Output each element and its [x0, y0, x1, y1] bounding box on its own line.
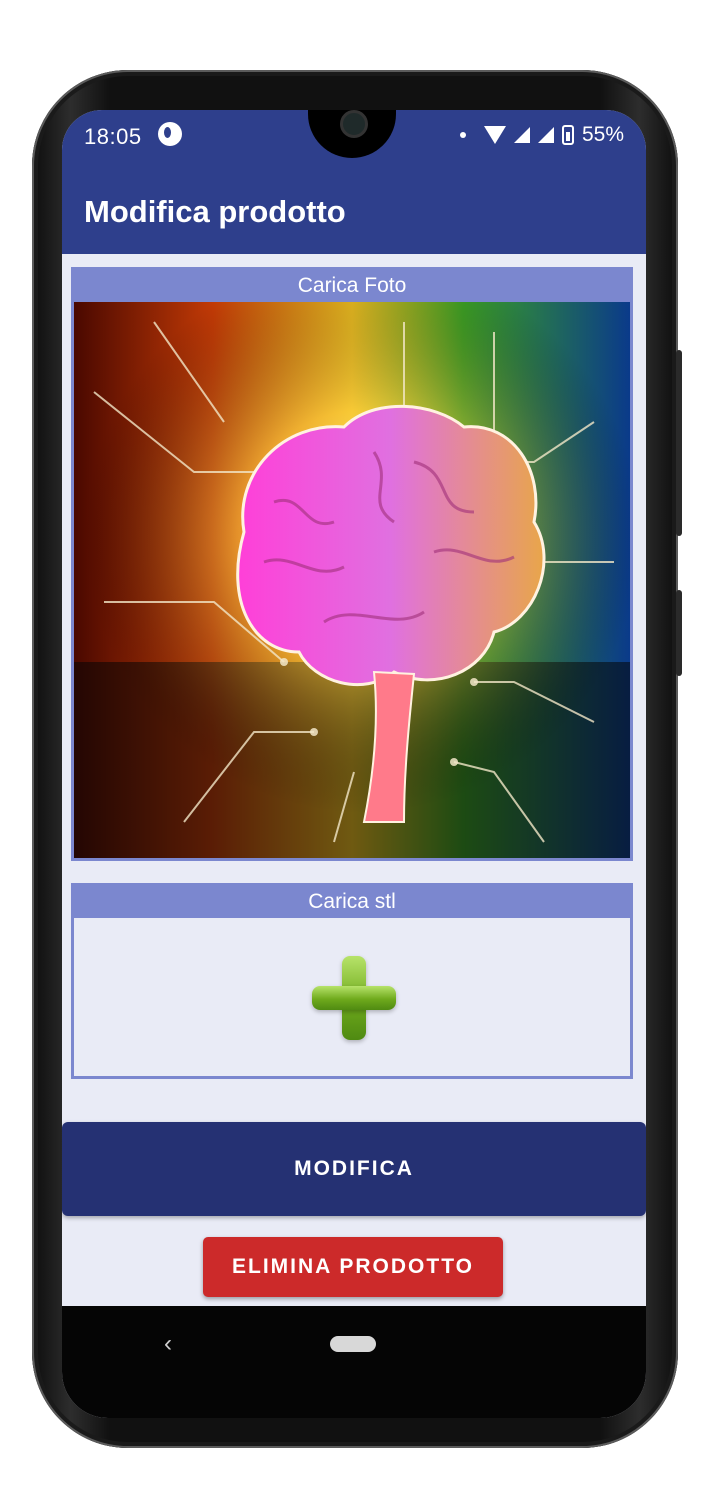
status-time: 18:05 — [84, 124, 142, 149]
system-nav-bar: ‹ — [62, 1306, 646, 1418]
modifica-button[interactable]: MODIFICA — [62, 1122, 646, 1216]
status-icons: 55% — [459, 123, 624, 147]
notification-app-icon — [158, 122, 182, 146]
product-photo[interactable] — [74, 302, 630, 858]
phone-screen: 18:05 55% Modifica prodotto Carica Foto — [62, 110, 646, 1418]
wifi-icon — [483, 126, 506, 144]
power-button — [676, 350, 682, 536]
notification-dot-icon — [459, 132, 466, 138]
brain-circuit-image — [74, 302, 630, 858]
plus-icon[interactable] — [312, 956, 396, 1040]
signal-icon — [537, 127, 554, 143]
battery-charging-icon — [561, 125, 574, 145]
home-pill-icon[interactable] — [330, 1336, 376, 1352]
back-icon[interactable]: ‹ — [164, 1330, 172, 1358]
photo-upload-section: Carica Foto — [71, 267, 633, 861]
app-bar: Modifica prodotto — [62, 162, 646, 254]
volume-button — [676, 590, 682, 676]
stl-upload-area[interactable] — [74, 918, 630, 1076]
front-camera — [340, 110, 368, 138]
elimina-prodotto-button[interactable]: ELIMINA PRODOTTO — [203, 1237, 503, 1297]
stl-section-header: Carica stl — [74, 886, 630, 918]
status-bar: 18:05 55% — [62, 110, 646, 162]
page-title: Modifica prodotto — [84, 194, 346, 229]
signal-icon — [513, 127, 530, 143]
stl-upload-section: Carica stl — [71, 883, 633, 1079]
photo-section-header: Carica Foto — [74, 270, 630, 302]
battery-percent: 55% — [581, 123, 624, 146]
